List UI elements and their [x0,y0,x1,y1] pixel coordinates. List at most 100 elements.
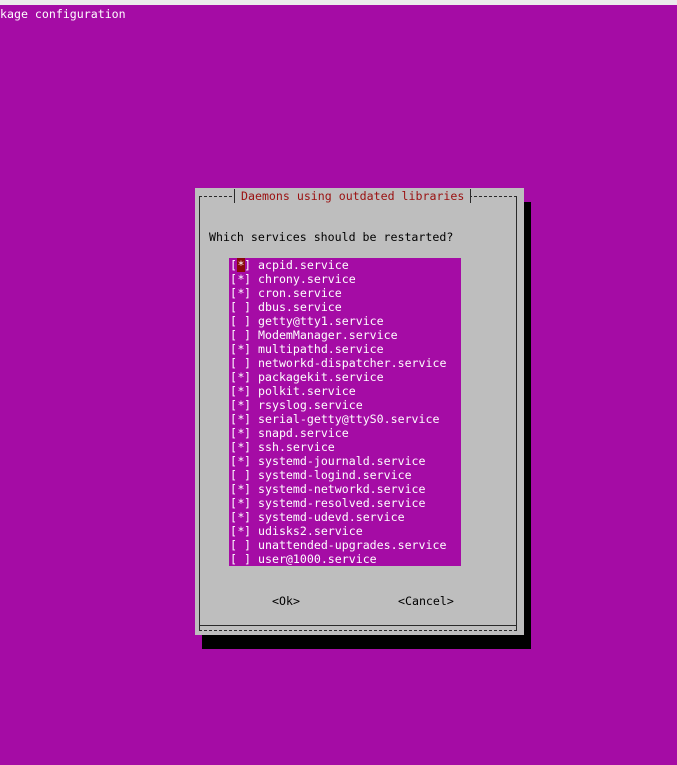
checkbox-close-bracket: ] [244,342,251,356]
service-name: ssh.service [258,440,335,454]
list-item[interactable]: [*] udisks2.service [229,524,461,538]
list-item[interactable]: [ ] user@1000.service [229,552,461,566]
dialog-prompt: Which services should be restarted? [209,230,454,244]
list-item[interactable]: [ ] networkd-dispatcher.service [229,356,461,370]
terminal-top-edge [0,0,677,5]
checkbox[interactable]: [ ] [230,356,252,370]
list-item[interactable]: [ ] getty@tty1.service [229,314,461,328]
checkbox-close-bracket: ] [244,468,251,482]
service-name: udisks2.service [258,524,363,538]
service-name: dbus.service [258,300,342,314]
list-item[interactable]: [*] systemd-udevd.service [229,510,461,524]
list-item[interactable]: [*] multipathd.service [229,342,461,356]
service-name: systemd-udevd.service [258,510,405,524]
list-item[interactable]: [ ] systemd-logind.service [229,468,461,482]
checkbox-close-bracket: ] [244,412,251,426]
checkbox-open-bracket: [ [230,412,237,426]
service-name: systemd-journald.service [258,454,426,468]
checkbox-open-bracket: [ [230,300,237,314]
checkbox-close-bracket: ] [244,370,251,384]
checkbox[interactable]: [*] [230,440,252,454]
checkbox[interactable]: [*] [230,258,252,272]
checkbox[interactable]: [*] [230,426,252,440]
checkbox-open-bracket: [ [230,454,237,468]
checkbox[interactable]: [*] [230,286,252,300]
checkbox[interactable]: [ ] [230,468,252,482]
service-name: networkd-dispatcher.service [258,356,447,370]
checkbox[interactable]: [ ] [230,314,252,328]
dialog-title: Daemons using outdated libraries [234,189,472,203]
restart-services-dialog: Daemons using outdated libraries Which s… [195,188,524,635]
checkbox-open-bracket: [ [230,370,237,384]
checkbox-open-bracket: [ [230,524,237,538]
checkbox[interactable]: [ ] [230,328,252,342]
service-name: systemd-networkd.service [258,482,426,496]
checkbox-open-bracket: [ [230,258,237,272]
checkbox-open-bracket: [ [230,356,237,370]
list-item[interactable]: [*] cron.service [229,286,461,300]
checkbox[interactable]: [*] [230,342,252,356]
checkbox-open-bracket: [ [230,510,237,524]
checkbox-open-bracket: [ [230,496,237,510]
service-name: systemd-logind.service [258,468,412,482]
checkbox-close-bracket: ] [244,524,251,538]
checkbox[interactable]: [*] [230,496,252,510]
list-item[interactable]: [*] systemd-networkd.service [229,482,461,496]
checkbox-open-bracket: [ [230,552,237,566]
list-item[interactable]: [*] acpid.service [229,258,461,272]
list-item[interactable]: [*] snapd.service [229,426,461,440]
checkbox[interactable]: [ ] [230,300,252,314]
list-item[interactable]: [*] serial-getty@ttyS0.service [229,412,461,426]
checkbox[interactable]: [*] [230,272,252,286]
list-item[interactable]: [ ] dbus.service [229,300,461,314]
checkbox[interactable]: [*] [230,454,252,468]
checkbox[interactable]: [*] [230,510,252,524]
checkbox[interactable]: [*] [230,412,252,426]
checkbox-close-bracket: ] [244,356,251,370]
checkbox[interactable]: [ ] [230,552,252,566]
checkbox-close-bracket: ] [244,440,251,454]
checkbox[interactable]: [*] [230,370,252,384]
checkbox-open-bracket: [ [230,342,237,356]
checkbox[interactable]: [ ] [230,538,252,552]
service-name: getty@tty1.service [258,314,384,328]
checkbox-close-bracket: ] [244,510,251,524]
checkbox[interactable]: [*] [230,398,252,412]
checkbox-open-bracket: [ [230,482,237,496]
service-name: user@1000.service [258,552,377,566]
checkbox-close-bracket: ] [244,314,251,328]
checkbox-close-bracket: ] [244,538,251,552]
checkbox-close-bracket: ] [244,426,251,440]
checkbox-open-bracket: [ [230,538,237,552]
checkbox-close-bracket: ] [244,286,251,300]
list-item[interactable]: [*] systemd-resolved.service [229,496,461,510]
checkbox[interactable]: [*] [230,384,252,398]
list-item[interactable]: [*] chrony.service [229,272,461,286]
list-item[interactable]: [ ] ModemManager.service [229,328,461,342]
checkbox-close-bracket: ] [244,496,251,510]
ok-button[interactable]: <Ok> [272,594,300,608]
checkbox-open-bracket: [ [230,286,237,300]
checkbox[interactable]: [*] [230,482,252,496]
checkbox-open-bracket: [ [230,440,237,454]
services-checklist[interactable]: [*] acpid.service [*] chrony.service [*] cron… [229,258,461,566]
checkbox-open-bracket: [ [230,468,237,482]
checkbox-close-bracket: ] [244,272,251,286]
cancel-button[interactable]: <Cancel> [398,594,454,608]
service-name: unattended-upgrades.service [258,538,447,552]
checkbox-close-bracket: ] [244,328,251,342]
checkbox[interactable]: [*] [230,524,252,538]
checkbox-close-bracket: ] [244,482,251,496]
list-item[interactable]: [ ] unattended-upgrades.service [229,538,461,552]
checkbox-close-bracket: ] [244,398,251,412]
list-item[interactable]: [*] ssh.service [229,440,461,454]
service-name: snapd.service [258,426,349,440]
dialog-frame-bottom-line [200,625,516,626]
list-item[interactable]: [*] polkit.service [229,384,461,398]
service-name: acpid.service [258,258,349,272]
checkbox-close-bracket: ] [244,258,251,272]
list-item[interactable]: [*] packagekit.service [229,370,461,384]
checkbox-open-bracket: [ [230,314,237,328]
list-item[interactable]: [*] systemd-journald.service [229,454,461,468]
list-item[interactable]: [*] rsyslog.service [229,398,461,412]
